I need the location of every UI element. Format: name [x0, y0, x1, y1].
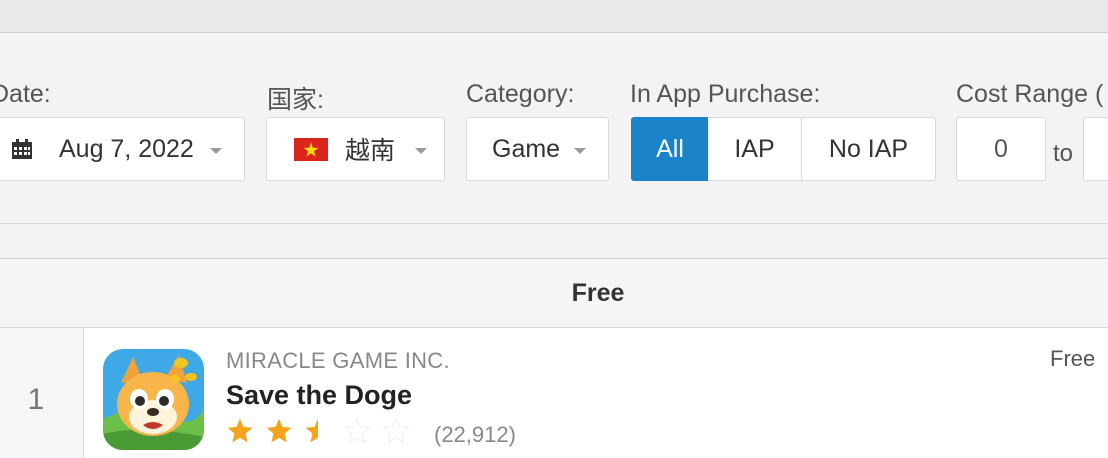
iap-option-no-iap[interactable]: No IAP — [801, 117, 936, 181]
date-label: Date: — [0, 80, 51, 108]
top-bar — [0, 0, 1108, 33]
app-developer[interactable]: MIRACLE GAME INC. — [226, 348, 450, 374]
table-row[interactable]: 1 MIRACLE GAME INC. Save the Doge (22,91… — [0, 328, 1108, 458]
chevron-down-icon — [415, 148, 428, 154]
star-half-icon — [305, 418, 331, 443]
chevron-down-icon — [574, 148, 587, 154]
country-value: 越南 — [345, 137, 396, 165]
star-rating — [226, 416, 421, 446]
cost-range-label: Cost Range ( — [956, 80, 1104, 108]
category-select[interactable]: Game — [466, 117, 609, 181]
category-value: Game — [492, 134, 561, 163]
app-icon[interactable] — [103, 349, 204, 450]
cost-min-input[interactable]: 0 — [956, 117, 1046, 181]
cost-to-label: to — [1053, 140, 1074, 167]
column-header-free[interactable]: Free — [0, 279, 1108, 308]
country-label: 国家: — [267, 86, 324, 114]
iap-label: In App Purchase: — [630, 80, 821, 108]
star-empty-icon — [382, 417, 410, 444]
date-value: Aug 7, 2022 — [59, 134, 194, 163]
country-select[interactable]: 越南 — [266, 117, 445, 181]
category-label: Category: — [466, 80, 575, 108]
iap-option-all[interactable]: All — [631, 117, 709, 181]
app-name[interactable]: Save the Doge — [226, 380, 412, 411]
star-empty-icon — [343, 417, 371, 444]
iap-option-iap[interactable]: IAP — [708, 117, 802, 181]
star-full-icon — [227, 418, 253, 443]
vietnam-flag-icon — [294, 137, 328, 161]
calendar-icon — [11, 138, 33, 160]
star-full-icon — [266, 418, 292, 443]
table-header: Free — [0, 259, 1108, 328]
chevron-down-icon — [209, 148, 222, 154]
ratings-count: (22,912) — [434, 422, 516, 447]
app-price: Free — [1050, 346, 1096, 371]
section-gap — [0, 224, 1108, 259]
rank-cell: 1 — [0, 328, 84, 458]
cost-min-value: 0 — [994, 134, 1008, 163]
date-picker[interactable]: Aug 7, 2022 — [0, 117, 245, 181]
rank-number: 1 — [27, 383, 45, 416]
cost-max-input[interactable] — [1083, 117, 1108, 181]
